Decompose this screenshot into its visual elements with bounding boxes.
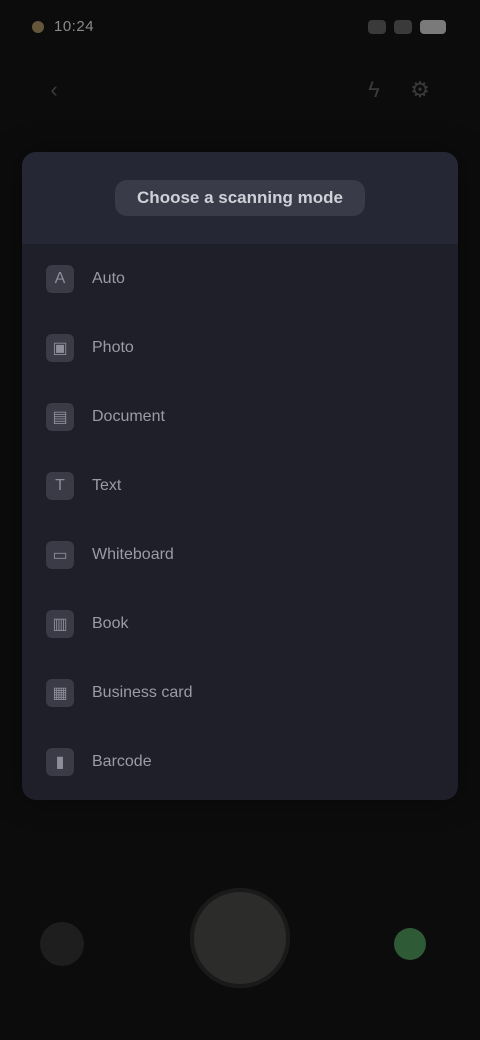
mode-label: Auto (92, 269, 125, 287)
mode-item-business-card[interactable]: ▦ Business card (22, 658, 458, 727)
top-toolbar: ‹ ϟ ⚙ (0, 66, 480, 116)
back-icon[interactable]: ‹ (40, 76, 68, 104)
mode-item-book[interactable]: ▥ Book (22, 589, 458, 658)
mode-panel: Choose a scanning mode A Auto ▣ Photo ▤ … (22, 152, 458, 800)
status-bar: 10:24 (0, 0, 480, 60)
flash-icon[interactable]: ϟ (360, 76, 388, 104)
mode-label: Text (92, 476, 122, 494)
mode-label: Book (92, 614, 129, 632)
status-dot-icon (32, 20, 44, 33)
whiteboard-icon: ▭ (46, 540, 74, 569)
auto-icon: A (46, 264, 74, 293)
mode-label: Photo (92, 338, 134, 356)
mode-label: Business card (92, 683, 193, 701)
active-mode-icon[interactable] (394, 928, 426, 960)
shutter-button[interactable] (190, 888, 290, 988)
business-card-icon: ▦ (46, 678, 74, 707)
mode-label: Whiteboard (92, 545, 174, 563)
settings-icon[interactable]: ⚙ (406, 76, 434, 104)
status-right (368, 20, 446, 34)
mode-item-auto[interactable]: A Auto (22, 244, 458, 313)
photo-icon: ▣ (46, 333, 74, 362)
mode-list: A Auto ▣ Photo ▤ Document T Text ▭ White… (22, 244, 458, 796)
document-icon: ▤ (46, 402, 74, 431)
barcode-icon: ▮ (46, 747, 74, 776)
mode-item-whiteboard[interactable]: ▭ Whiteboard (22, 520, 458, 589)
mode-item-document[interactable]: ▤ Document (22, 382, 458, 451)
wifi-icon (394, 20, 412, 34)
mode-label: Document (92, 407, 165, 425)
status-time: 10:24 (54, 18, 95, 35)
mode-item-text[interactable]: T Text (22, 451, 458, 520)
book-icon: ▥ (46, 609, 74, 638)
mode-item-photo[interactable]: ▣ Photo (22, 313, 458, 382)
panel-title: Choose a scanning mode (115, 180, 365, 216)
signal-icon (368, 20, 386, 34)
mode-label: Barcode (92, 752, 152, 770)
camera-controls (0, 880, 480, 1000)
gallery-thumbnail[interactable] (40, 922, 84, 966)
text-icon: T (46, 471, 74, 500)
status-left: 10:24 (32, 18, 94, 35)
panel-header: Choose a scanning mode (22, 152, 458, 244)
mode-item-barcode[interactable]: ▮ Barcode (22, 727, 458, 796)
battery-icon (420, 20, 446, 34)
